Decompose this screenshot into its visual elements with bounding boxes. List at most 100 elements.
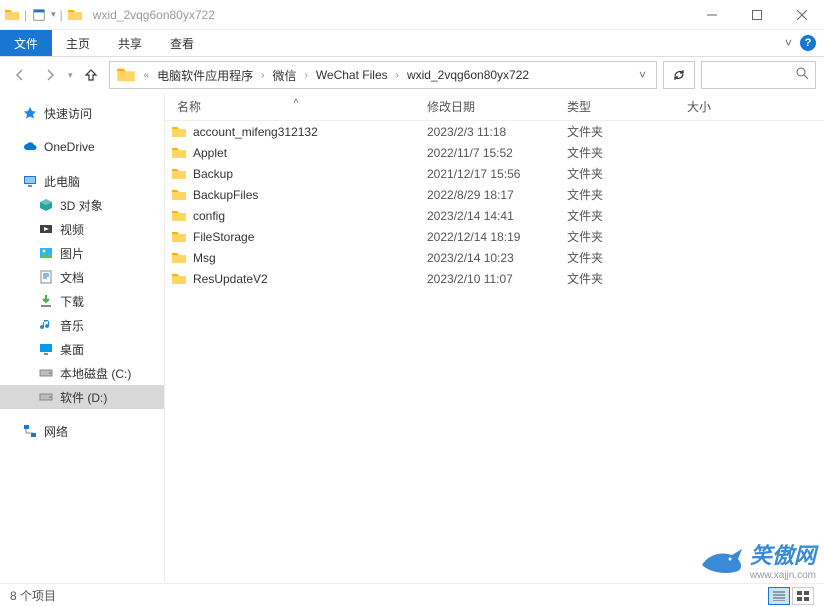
pc-icon (22, 173, 38, 189)
nav-label: OneDrive (44, 140, 95, 154)
file-name: Backup (193, 167, 233, 181)
close-button[interactable] (779, 0, 824, 30)
ribbon-collapse-icon[interactable]: ˅ (785, 36, 792, 50)
forward-button[interactable] (38, 63, 62, 87)
address-bar[interactable]: « 电脑软件应用程序 › 微信 › WeChat Files › wxid_2v… (109, 61, 657, 89)
sidebar-item[interactable]: 视频 (0, 217, 164, 241)
file-name: Applet (193, 146, 227, 160)
nav-label: 视频 (60, 221, 84, 238)
ribbon-tab-home[interactable]: 主页 (52, 30, 104, 56)
up-button[interactable] (79, 63, 103, 87)
minimize-button[interactable] (689, 0, 734, 30)
folder-icon (171, 229, 187, 245)
chevron-right-icon[interactable]: › (257, 70, 268, 81)
address-dropdown-icon[interactable]: ˅ (631, 68, 654, 82)
ribbon-tab-share[interactable]: 共享 (104, 30, 156, 56)
item-count: 8 个项目 (10, 587, 56, 604)
search-input[interactable] (708, 68, 796, 82)
sidebar-item[interactable]: 本地磁盘 (C:) (0, 361, 164, 385)
breadcrumb-root-sep[interactable]: « (140, 70, 154, 81)
folder-icon (116, 65, 136, 85)
sidebar-item[interactable]: 音乐 (0, 313, 164, 337)
sidebar-item[interactable]: 图片 (0, 241, 164, 265)
file-tab[interactable]: 文件 (0, 30, 52, 56)
folder-icon (171, 271, 187, 287)
search-box[interactable] (701, 61, 816, 89)
column-name[interactable]: ˄ 名称 (165, 98, 427, 115)
table-row[interactable]: FileStorage2022/12/14 18:19文件夹 (165, 226, 824, 247)
file-date: 2022/11/7 15:52 (427, 146, 567, 160)
nav-label: 音乐 (60, 317, 84, 334)
file-date: 2023/2/14 10:23 (427, 251, 567, 265)
file-rows: account_mifeng3121322023/2/3 11:18文件夹 App… (165, 121, 824, 581)
column-type[interactable]: 类型 (567, 98, 687, 115)
breadcrumb-item[interactable]: 电脑软件应用程序 (153, 62, 257, 88)
table-row[interactable]: account_mifeng3121322023/2/3 11:18文件夹 (165, 121, 824, 142)
nav-label: 图片 (60, 245, 84, 262)
ribbon-tab-view[interactable]: 查看 (156, 30, 208, 56)
sidebar-item[interactable]: 下载 (0, 289, 164, 313)
file-date: 2023/2/3 11:18 (427, 125, 567, 139)
file-date: 2022/8/29 18:17 (427, 188, 567, 202)
doc-icon (38, 269, 54, 285)
folder-icon (171, 208, 187, 224)
status-bar: 8 个项目 (0, 583, 824, 607)
file-type: 文件夹 (567, 270, 687, 287)
ribbon: 文件 主页 共享 查看 ˅ ? (0, 30, 824, 57)
column-date[interactable]: 修改日期 (427, 98, 567, 115)
chevron-right-icon[interactable]: › (392, 70, 403, 81)
file-name: FileStorage (193, 230, 254, 244)
back-button[interactable] (8, 63, 32, 87)
breadcrumb-item[interactable]: WeChat Files (312, 62, 392, 88)
window-title: wxid_2vqg6on80yx722 (93, 8, 215, 22)
nav-label: 软件 (D:) (60, 389, 107, 406)
content-area: 快速访问 OneDrive 此电脑 3D 对象视频图片文档下载音乐桌面本地磁盘 … (0, 93, 824, 581)
navigation-bar: ▾ « 电脑软件应用程序 › 微信 › WeChat Files › wxid_… (0, 57, 824, 93)
chevron-right-icon[interactable]: › (300, 70, 311, 81)
pic-icon (38, 245, 54, 261)
nav-label: 网络 (44, 423, 68, 440)
sidebar-item[interactable]: 文档 (0, 265, 164, 289)
folder-icon (67, 7, 83, 23)
table-row[interactable]: Applet2022/11/7 15:52文件夹 (165, 142, 824, 163)
table-row[interactable]: BackupFiles2022/8/29 18:17文件夹 (165, 184, 824, 205)
search-icon[interactable] (796, 67, 809, 83)
sidebar-item[interactable]: 桌面 (0, 337, 164, 361)
sidebar-this-pc[interactable]: 此电脑 (0, 169, 164, 193)
table-row[interactable]: config2023/2/14 14:41文件夹 (165, 205, 824, 226)
thumbnails-view-button[interactable] (792, 587, 814, 605)
table-row[interactable]: Backup2021/12/17 15:56文件夹 (165, 163, 824, 184)
breadcrumb-item[interactable]: 微信 (268, 62, 300, 88)
sidebar-quick-access[interactable]: 快速访问 (0, 101, 164, 125)
recent-locations-icon[interactable]: ▾ (68, 70, 73, 81)
sidebar-onedrive[interactable]: OneDrive (0, 135, 164, 159)
video-icon (38, 221, 54, 237)
file-name: config (193, 209, 225, 223)
refresh-button[interactable] (663, 61, 695, 89)
table-row[interactable]: Msg2023/2/14 10:23文件夹 (165, 247, 824, 268)
folder-icon (171, 166, 187, 182)
qat-chevron-icon[interactable]: ▾ (51, 9, 56, 20)
sidebar-item[interactable]: 软件 (D:) (0, 385, 164, 409)
column-size[interactable]: 大小 (687, 98, 824, 115)
details-view-button[interactable] (768, 587, 790, 605)
table-row[interactable]: ResUpdateV22023/2/10 11:07文件夹 (165, 268, 824, 289)
nav-label: 本地磁盘 (C:) (60, 365, 131, 382)
help-icon[interactable]: ? (800, 35, 816, 51)
nav-label: 桌面 (60, 341, 84, 358)
file-date: 2022/12/14 18:19 (427, 230, 567, 244)
file-list: ˄ 名称 修改日期 类型 大小 account_mifeng3121322023… (165, 93, 824, 581)
music-icon (38, 317, 54, 333)
view-toggles (768, 587, 814, 605)
properties-icon[interactable] (31, 7, 47, 23)
sidebar-item[interactable]: 3D 对象 (0, 193, 164, 217)
nav-label: 文档 (60, 269, 84, 286)
file-type: 文件夹 (567, 207, 687, 224)
folder-icon (171, 250, 187, 266)
breadcrumb-item[interactable]: wxid_2vqg6on80yx722 (403, 62, 533, 88)
folder-icon (4, 7, 20, 23)
disk-icon (38, 389, 54, 405)
file-name: BackupFiles (193, 188, 258, 202)
sidebar-network[interactable]: 网络 (0, 419, 164, 443)
maximize-button[interactable] (734, 0, 779, 30)
